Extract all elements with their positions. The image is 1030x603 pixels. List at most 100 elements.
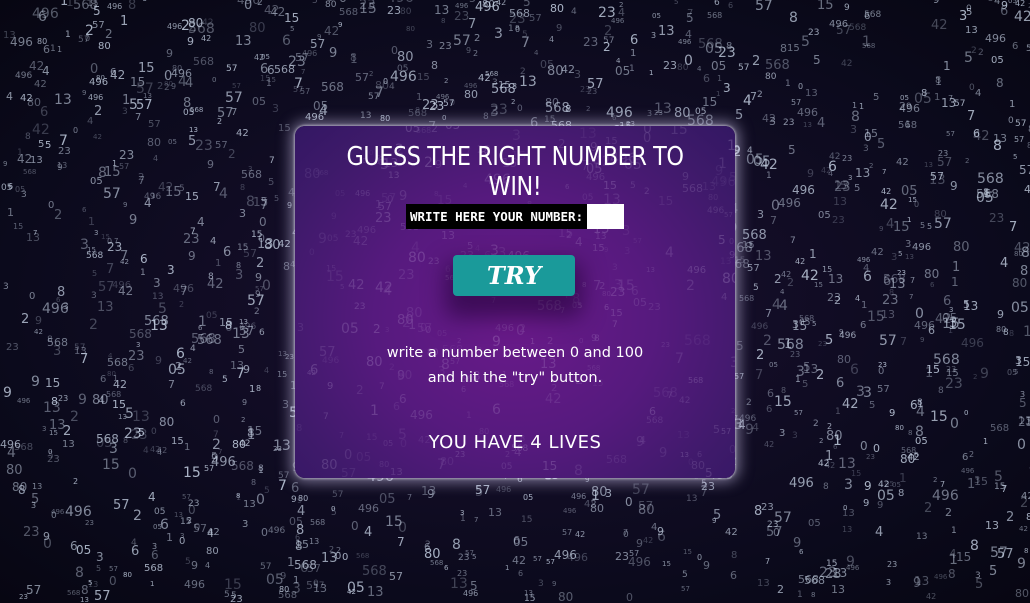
background-digit: 13 (842, 525, 852, 534)
background-digit: 13 (235, 34, 252, 49)
background-digit: 3 (53, 344, 61, 359)
background-digit: 1 (949, 552, 958, 568)
background-digit: 7 (882, 168, 886, 176)
background-digit: 9 (864, 479, 872, 493)
background-digit: 2 (519, 322, 526, 335)
background-digit: 42 (545, 392, 562, 407)
background-digit: 7 (755, 368, 763, 383)
background-digit: 8 (565, 104, 571, 115)
background-digit: 05 (1011, 300, 1029, 316)
background-digit: 7 (407, 493, 412, 502)
background-digit: 9 (57, 163, 63, 173)
background-digit: 23 (128, 349, 145, 364)
background-digit: 05 (445, 126, 460, 132)
background-digit: 80 (206, 546, 219, 557)
background-digit: 9 (877, 500, 883, 511)
background-digit: 3 (512, 82, 517, 91)
background-digit: 2 (819, 437, 823, 445)
background-digit: 6 (160, 517, 169, 533)
background-digit: 1 (716, 90, 720, 98)
background-digit: 6 (110, 67, 116, 78)
background-digit: 496 (496, 485, 511, 494)
background-digit: 57 (215, 140, 228, 151)
background-digit: 5 (238, 343, 245, 356)
background-digit: 3 (136, 341, 140, 349)
background-digit: 13 (519, 74, 537, 90)
background-digit: 57 (990, 545, 1008, 561)
background-digit: 6 (291, 481, 299, 496)
background-digit: 9 (82, 89, 86, 97)
background-digit: 8 (283, 260, 290, 273)
background-digit: 568 (310, 518, 325, 527)
background-digit: 3 (3, 282, 9, 292)
background-digit: 13 (842, 508, 855, 519)
background-digit: 80 (924, 267, 939, 281)
background-digit: 15 (284, 11, 299, 25)
background-digit: 5 (927, 222, 932, 231)
background-digit: 15 (814, 281, 823, 289)
background-digit: 15 (1023, 324, 1030, 340)
try-button[interactable]: TRY (453, 255, 575, 296)
background-digit: 568 (606, 453, 627, 466)
background-digit: 6 (8, 182, 13, 191)
background-digit: 1 (861, 300, 867, 311)
background-digit: 13 (658, 24, 675, 39)
background-digit: 8 (574, 463, 583, 478)
background-digit: 1 (649, 69, 653, 77)
background-digit: 2 (777, 583, 784, 596)
background-digit: 8 (441, 17, 445, 25)
background-digit: 8 (209, 368, 213, 376)
background-digit: 9 (3, 385, 12, 401)
background-digit: 9 (997, 308, 1004, 321)
background-digit: 8 (921, 88, 927, 99)
background-digit: 2 (373, 322, 381, 336)
background-digit: 568 (321, 80, 344, 94)
background-digit: 9 (255, 271, 262, 284)
background-digit: 15 (498, 80, 511, 91)
background-digit: 4 (916, 404, 925, 420)
instructions-line-2: and hit the "try" button. (427, 370, 603, 386)
background-digit: 5 (522, 30, 528, 40)
background-digit: 9 (329, 46, 337, 61)
background-digit: 7 (135, 112, 141, 123)
background-digit: 9 (889, 408, 895, 419)
background-digit: 568 (849, 23, 866, 33)
background-digit: 7 (106, 262, 114, 277)
background-digit: 57 (109, 565, 118, 573)
background-digit: 0 (515, 25, 520, 34)
background-digit: 496 (358, 502, 379, 515)
background-digit: 5 (964, 50, 973, 66)
instructions-line-1: write a number between 0 and 100 (386, 345, 644, 361)
background-digit: 6 (140, 252, 148, 266)
background-digit: 7 (169, 0, 176, 3)
background-digit: 57 (794, 409, 803, 417)
background-digit: 4 (190, 344, 196, 354)
background-digit: 2 (63, 424, 71, 439)
background-digit: 0 (623, 530, 629, 540)
background-digit: 8 (726, 41, 732, 52)
background-digit: 7 (770, 214, 777, 227)
background-digit: 5 (38, 139, 44, 150)
background-digit: 5 (92, 269, 97, 278)
background-digit: 13 (803, 362, 818, 376)
background-digit: 15 (867, 309, 885, 325)
background-digit: 57 (562, 528, 572, 537)
background-digit: 3 (385, 326, 389, 334)
background-digit: 3 (651, 31, 656, 40)
background-digit: 23 (273, 445, 282, 453)
number-input[interactable] (587, 204, 625, 229)
background-digit: 5 (129, 97, 138, 113)
background-digit: 15 (542, 459, 557, 473)
background-digit: 23 (359, 0, 376, 13)
background-digit: 1 (293, 575, 299, 586)
background-digit: 4 (549, 35, 554, 44)
background-digit: 80 (321, 458, 338, 473)
background-digit: 9 (35, 314, 42, 327)
background-digit: 496 (171, 67, 192, 80)
background-digit: 6 (223, 245, 231, 260)
background-digit: 7 (765, 307, 772, 320)
background-digit: 9 (31, 374, 40, 390)
background-digit: 1 (952, 260, 960, 275)
background-digit: 7 (437, 457, 446, 473)
background-digit: 9 (844, 3, 850, 13)
